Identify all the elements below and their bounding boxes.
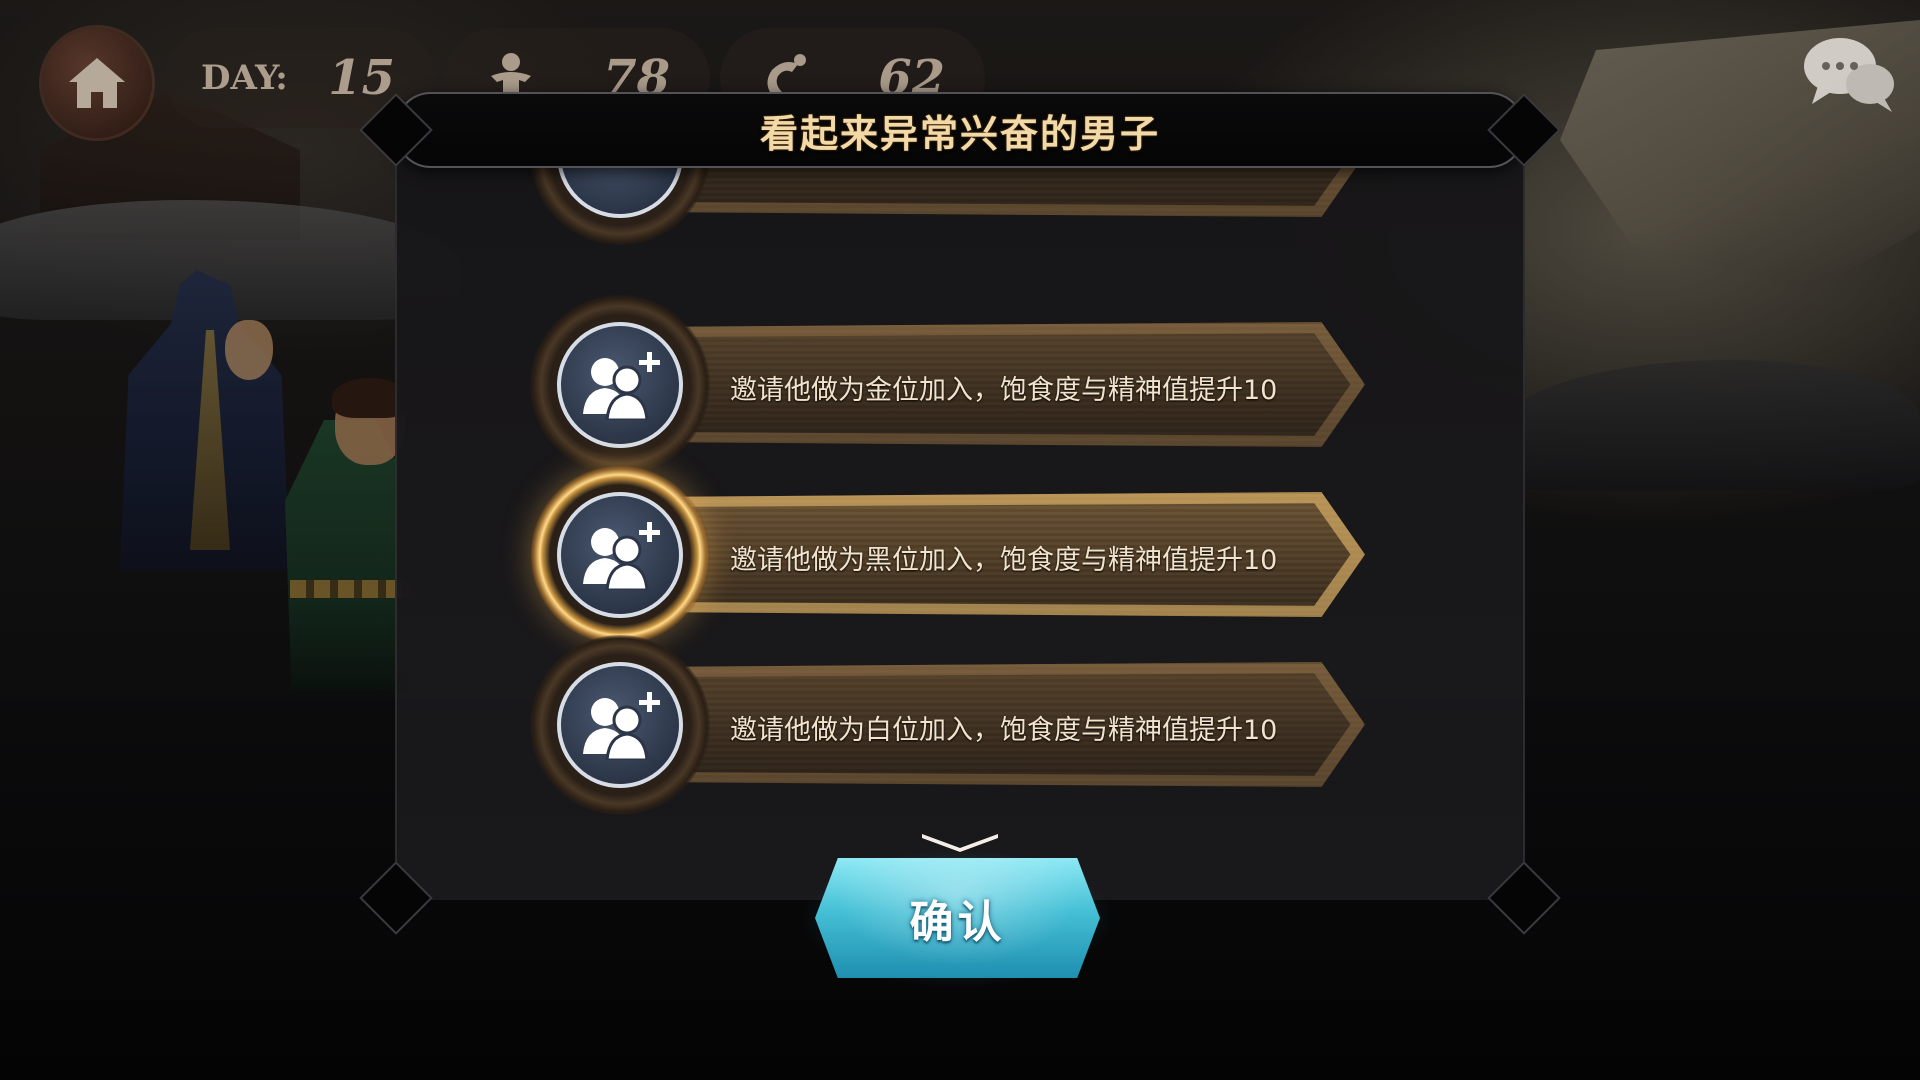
chat-bubbles-icon[interactable] — [1800, 30, 1900, 120]
dialog-title-bar: 看起来异常兴奋的男子 — [395, 92, 1525, 168]
confirm-button[interactable]: 确认 — [815, 858, 1100, 978]
option-avatar — [557, 322, 683, 448]
confirm-button-label: 确认 — [909, 897, 1006, 948]
add-person-icon — [583, 522, 660, 590]
home-button[interactable] — [42, 28, 152, 138]
add-person-icon — [583, 692, 660, 760]
add-person-icon — [583, 352, 660, 420]
option-avatar — [557, 662, 683, 788]
day-value: 15 — [328, 50, 395, 106]
choice-list: 邀请他做为金位加入，饱食度与精神值提升10 邀请他做为黑位加入，饱食度与精神值提… — [395, 168, 1525, 852]
option-item-black[interactable]: 邀请他做为黑位加入，饱食度与精神值提升10 — [530, 450, 1430, 645]
option-item-partial[interactable] — [530, 168, 1430, 245]
option-item-white[interactable]: 邀请他做为白位加入，饱食度与精神值提升10 — [530, 620, 1430, 815]
option-avatar — [557, 492, 683, 618]
dialog-title: 看起来异常兴奋的男子 — [759, 111, 1160, 156]
home-icon — [69, 58, 125, 108]
option-label: 邀请他做为白位加入，饱食度与精神值提升10 — [730, 715, 1278, 746]
option-label: 邀请他做为黑位加入，饱食度与精神值提升10 — [730, 545, 1278, 576]
option-label: 邀请他做为金位加入，饱食度与精神值提升10 — [730, 375, 1278, 406]
day-label: DAY: — [201, 58, 288, 98]
option-item-gold[interactable]: 邀请他做为金位加入，饱食度与精神值提升10 — [530, 280, 1430, 475]
